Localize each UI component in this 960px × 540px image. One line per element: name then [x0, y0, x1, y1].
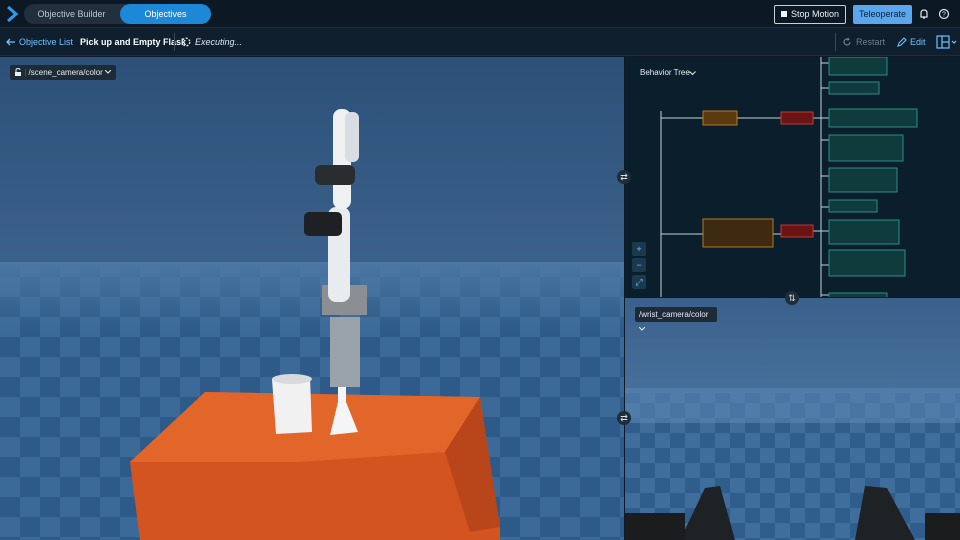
top-bar: Objective Builder Objectives Stop Motion… [0, 0, 960, 28]
restart-icon [843, 37, 851, 46]
execution-status: Executing... [195, 37, 243, 47]
wrist-camera-select[interactable]: /wrist_camera/color [635, 307, 717, 331]
pencil-icon [897, 37, 907, 47]
behavior-tree-title[interactable]: Behavior Tree [640, 68, 690, 77]
swap-horizontal-icon[interactable]: ⇄ [617, 411, 631, 425]
edit-button[interactable]: Edit [910, 37, 926, 47]
swap-horizontal-icon[interactable]: ⇄ [617, 170, 631, 184]
divider [174, 33, 175, 51]
fit-view-icon[interactable]: ⤢ [632, 275, 646, 289]
zoom-out-button[interactable]: − [632, 258, 646, 272]
teleoperate-button[interactable]: Teleoperate [853, 5, 912, 24]
layout-icon[interactable] [936, 35, 958, 49]
wrist-render [625, 298, 960, 540]
wrist-camera-label: /wrist_camera/color [639, 310, 709, 319]
help-icon[interactable]: ? [938, 8, 950, 20]
objective-title: Pick up and Empty Flask [80, 37, 187, 47]
chevron-down-icon[interactable] [689, 71, 696, 76]
unlock-icon[interactable] [14, 67, 22, 76]
bell-icon[interactable] [918, 8, 930, 20]
chevron-down-icon [104, 69, 112, 74]
scene-render [0, 57, 624, 540]
tab-objective-builder[interactable]: Objective Builder [24, 4, 119, 24]
mode-switch: Objective Builder Objectives [24, 4, 211, 24]
scene-camera-label: /scene_camera/color [28, 68, 103, 77]
svg-text:?: ? [942, 12, 946, 19]
arrow-left-icon[interactable] [6, 37, 16, 47]
stop-icon [780, 11, 787, 17]
spinner-icon [181, 37, 191, 47]
scene-camera-view[interactable]: | /scene_camera/color [0, 57, 624, 540]
wrist-camera-view[interactable]: /wrist_camera/color [625, 298, 960, 540]
chevron-down-icon [638, 326, 646, 331]
divider [835, 33, 836, 51]
objective-list-link[interactable]: Objective List [19, 37, 73, 47]
zoom-in-button[interactable]: + [632, 242, 646, 256]
scene-camera-select[interactable]: | /scene_camera/color [10, 65, 116, 80]
restart-button[interactable]: Restart [856, 37, 885, 47]
behavior-tree-graph [660, 57, 918, 297]
app-logo-icon[interactable] [6, 6, 18, 22]
stop-motion-button[interactable]: Stop Motion [774, 5, 846, 24]
tab-objectives[interactable]: Objectives [120, 4, 211, 24]
swap-vertical-icon[interactable]: ⇅ [785, 291, 799, 305]
behavior-tree-panel[interactable]: Behavior Tree [625, 57, 960, 297]
